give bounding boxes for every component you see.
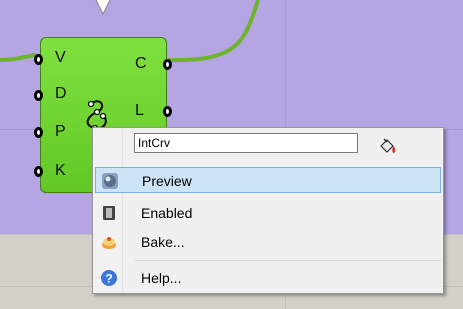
menu-item-preview-label: Preview xyxy=(142,173,192,189)
input-label-v: V xyxy=(55,49,66,66)
menu-item-bake-label: Bake... xyxy=(141,234,185,250)
menu-item-help[interactable]: ? Help... xyxy=(95,265,441,291)
output-wire xyxy=(167,0,260,63)
output-label-c: C xyxy=(135,55,147,72)
output-label-l: L xyxy=(135,102,144,119)
input-grip-k[interactable] xyxy=(34,166,43,177)
menu-item-enabled[interactable]: Enabled xyxy=(95,200,441,226)
output-grip-l[interactable] xyxy=(163,106,172,117)
input-grip-p[interactable] xyxy=(34,127,43,138)
help-icon: ? xyxy=(101,270,117,286)
input-grip-v[interactable] xyxy=(34,54,43,65)
menu-item-enabled-label: Enabled xyxy=(141,205,193,221)
paint-bucket-icon[interactable] xyxy=(378,137,398,155)
input-wire xyxy=(0,53,37,62)
input-grip-d[interactable] xyxy=(34,90,43,101)
chevron-down-icon xyxy=(95,0,111,16)
input-label-p: P xyxy=(55,123,66,140)
input-label-k: K xyxy=(55,162,66,179)
input-label-d: D xyxy=(55,85,67,102)
svg-text:?: ? xyxy=(105,272,112,286)
enabled-icon xyxy=(103,206,115,220)
bake-icon xyxy=(102,237,116,249)
menu-item-help-label: Help... xyxy=(141,270,182,286)
output-grip-c[interactable] xyxy=(163,59,172,70)
component-context-menu: Preview Enabled Bake... ? Help... xyxy=(92,127,444,294)
menu-separator xyxy=(135,260,441,261)
preview-icon xyxy=(102,173,118,189)
menu-item-preview[interactable]: Preview xyxy=(95,167,441,193)
menu-item-bake[interactable]: Bake... xyxy=(95,229,441,255)
component-name-input[interactable] xyxy=(134,133,358,153)
